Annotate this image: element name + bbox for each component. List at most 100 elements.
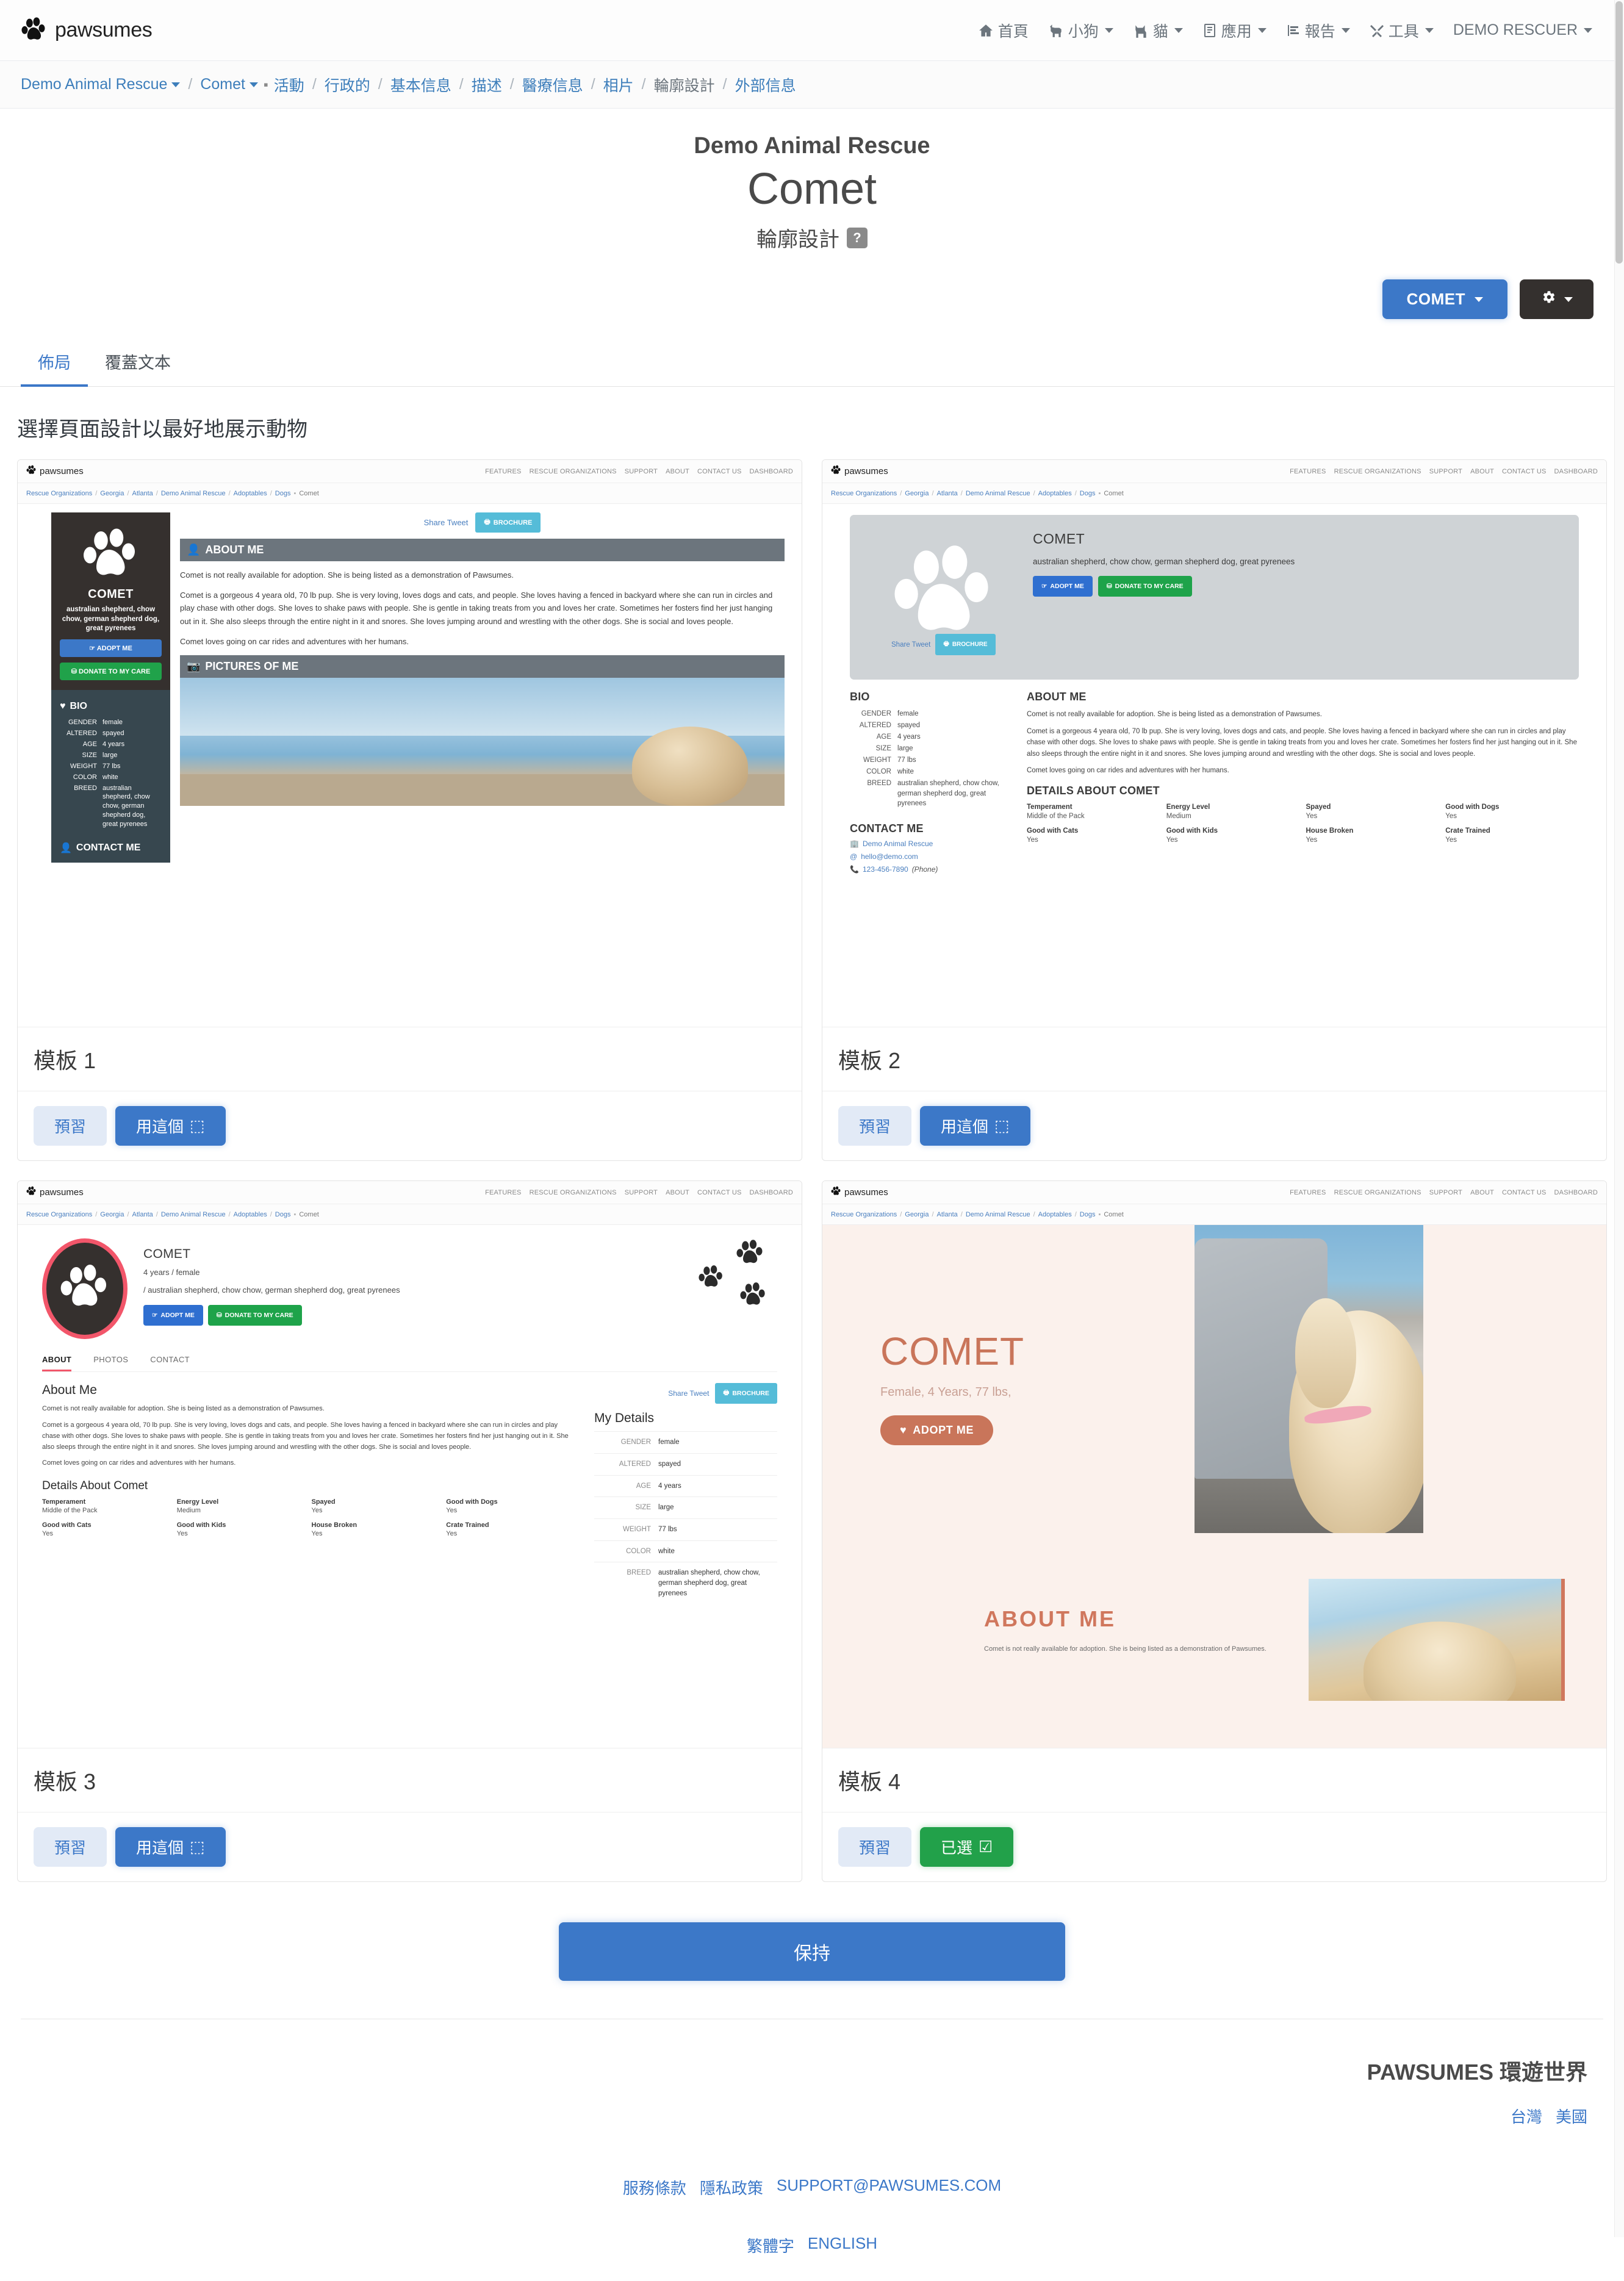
nav-item-dogs[interactable]: 小狗 (1048, 20, 1113, 41)
contact-org-row[interactable]: 🏢 Demo Animal Rescue (850, 839, 1008, 848)
tab-contact[interactable]: CONTACT (150, 1355, 190, 1371)
donate-button[interactable]: ⛁ DONATE TO MY CARE (1098, 576, 1192, 597)
page-scrollbar[interactable] (1614, 0, 1624, 2237)
footer-lang-english[interactable]: ENGLISH (808, 2234, 877, 2257)
mini-crumb-4[interactable]: Adoptables (1038, 1211, 1072, 1218)
share-tweet-link[interactable]: Share Tweet (668, 1389, 709, 1398)
save-button[interactable]: 保持 (559, 1922, 1065, 1981)
breadcrumb-animal[interactable]: Comet (200, 76, 258, 93)
mini-nav-support[interactable]: SUPPORT (1429, 1189, 1462, 1196)
mini-nav-dashboard[interactable]: DASHBOARD (750, 1189, 793, 1196)
mini-nav-contact-us[interactable]: CONTACT US (1502, 1189, 1547, 1196)
tab-overlay-text[interactable]: 覆蓋文本 (88, 341, 188, 387)
share-tweet-link[interactable]: Share Tweet (891, 641, 930, 648)
mini-nav-rescue-organizations[interactable]: RESCUE ORGANIZATIONS (530, 1189, 617, 1196)
nav-item-account[interactable]: DEMO RESCUER (1453, 21, 1592, 39)
mini-nav-features[interactable]: FEATURES (1290, 468, 1326, 475)
breadcrumb-org[interactable]: Demo Animal Rescue (21, 76, 181, 93)
footer-lang-traditional-chinese[interactable]: 繁體字 (747, 2234, 794, 2257)
share-tweet-link[interactable]: Share Tweet (424, 518, 469, 527)
selected-template-button-4[interactable]: 已選 ☑ (920, 1827, 1014, 1867)
breadcrumb-link-photos[interactable]: 相片 (603, 74, 634, 96)
footer-link-privacy[interactable]: 隱私政策 (700, 2176, 763, 2199)
adopt-me-button[interactable]: ☞ ADOPT ME (1033, 576, 1093, 597)
mini-nav-about[interactable]: ABOUT (1470, 1189, 1494, 1196)
mini-nav-dashboard[interactable]: DASHBOARD (1554, 1189, 1598, 1196)
preview-button-2[interactable]: 預習 (838, 1106, 912, 1146)
mini-nav-about[interactable]: ABOUT (666, 468, 689, 475)
preview-button-1[interactable]: 預習 (34, 1106, 107, 1146)
mini-nav-support[interactable]: SUPPORT (625, 468, 658, 475)
mini-nav-rescue-organizations[interactable]: RESCUE ORGANIZATIONS (530, 468, 617, 475)
mini-crumb-3[interactable]: Demo Animal Rescue (966, 490, 1030, 497)
mini-nav-features[interactable]: FEATURES (485, 1189, 521, 1196)
breadcrumb-link-administrative[interactable]: 行政的 (325, 74, 370, 96)
breadcrumb-link-activity[interactable]: 活動 (274, 74, 304, 96)
mini-nav-dashboard[interactable]: DASHBOARD (1554, 468, 1598, 475)
mini-crumb-0[interactable]: Rescue Organizations (831, 1211, 897, 1218)
mini-crumb-2[interactable]: Atlanta (937, 490, 958, 497)
mini-crumb-1[interactable]: Georgia (905, 1211, 929, 1218)
brochure-button[interactable]: 🖶 BROCHURE (935, 634, 996, 656)
mini-crumb-1[interactable]: Georgia (100, 490, 124, 497)
tab-about[interactable]: ABOUT (42, 1355, 72, 1372)
mini-crumb-5[interactable]: Dogs (1080, 490, 1096, 497)
mini-nav-features[interactable]: FEATURES (485, 468, 521, 475)
comet-dropdown-button[interactable]: COMET (1382, 279, 1507, 320)
scrollbar-thumb[interactable] (1615, 1, 1623, 264)
mini-crumb-5[interactable]: Dogs (275, 1211, 291, 1218)
nav-item-cats[interactable]: 貓 (1133, 20, 1183, 41)
template-preview-2[interactable]: pawsumes FEATURES RESCUE ORGANIZATIONS S… (822, 460, 1606, 1028)
breadcrumb-link-external-info[interactable]: 外部信息 (735, 74, 796, 96)
contact-email-row[interactable]: @ hello@demo.com (850, 852, 1008, 861)
footer-link-terms[interactable]: 服務條款 (623, 2176, 686, 2199)
mini-nav-rescue-organizations[interactable]: RESCUE ORGANIZATIONS (1334, 468, 1421, 475)
mini-crumb-3[interactable]: Demo Animal Rescue (161, 1211, 226, 1218)
donate-button[interactable]: ⛁ DONATE TO MY CARE (207, 1304, 302, 1326)
tab-layout[interactable]: 佈局 (21, 341, 88, 387)
nav-item-home[interactable]: 首頁 (978, 20, 1029, 41)
footer-country-taiwan[interactable]: 台灣 (1511, 2105, 1542, 2127)
donate-button[interactable]: ⛁ DONATE TO MY CARE (60, 662, 162, 680)
mini-crumb-0[interactable]: Rescue Organizations (26, 490, 92, 497)
use-template-button-3[interactable]: 用這個 ⬚ (115, 1827, 226, 1867)
breadcrumb-link-medical[interactable]: 醫療信息 (522, 74, 583, 96)
mini-crumb-5[interactable]: Dogs (275, 490, 291, 497)
mini-nav-contact-us[interactable]: CONTACT US (697, 1189, 742, 1196)
mini-crumb-2[interactable]: Atlanta (132, 490, 153, 497)
mini-crumb-2[interactable]: Atlanta (132, 1211, 153, 1218)
template-preview-3[interactable]: pawsumes FEATURES RESCUE ORGANIZATIONS S… (18, 1181, 802, 1749)
mini-crumb-1[interactable]: Georgia (100, 1211, 124, 1218)
template-preview-1[interactable]: pawsumes FEATURES RESCUE ORGANIZATIONS S… (18, 460, 802, 1028)
mini-nav-about[interactable]: ABOUT (1470, 468, 1494, 475)
nav-item-tools[interactable]: 工具 (1370, 20, 1434, 41)
mini-nav-rescue-organizations[interactable]: RESCUE ORGANIZATIONS (1334, 1189, 1421, 1196)
mini-nav-features[interactable]: FEATURES (1290, 1189, 1326, 1196)
preview-button-3[interactable]: 預習 (34, 1827, 107, 1867)
mini-crumb-3[interactable]: Demo Animal Rescue (161, 490, 226, 497)
brand-logo[interactable]: pawsumes (21, 16, 153, 45)
contact-phone-row[interactable]: 📞 123-456-7890 (Phone) (850, 865, 1008, 874)
use-template-button-2[interactable]: 用這個 ⬚ (920, 1106, 1030, 1146)
mini-crumb-4[interactable]: Adoptables (1038, 490, 1072, 497)
mini-crumb-3[interactable]: Demo Animal Rescue (966, 1211, 1030, 1218)
breadcrumb-link-basic-info[interactable]: 基本信息 (390, 74, 451, 96)
mini-crumb-0[interactable]: Rescue Organizations (831, 490, 897, 497)
nav-item-reports[interactable]: 報告 (1286, 20, 1350, 41)
breadcrumb-link-profile-design[interactable]: 輪廓設計 (654, 74, 715, 96)
nav-item-applications[interactable]: 應用 (1202, 20, 1267, 41)
mini-crumb-0[interactable]: Rescue Organizations (26, 1211, 92, 1218)
mini-nav-contact-us[interactable]: CONTACT US (1502, 468, 1547, 475)
adopt-me-button[interactable]: ☞ ADOPT ME (60, 639, 162, 657)
mini-nav-support[interactable]: SUPPORT (625, 1189, 658, 1196)
mini-nav-contact-us[interactable]: CONTACT US (697, 468, 742, 475)
mini-nav-dashboard[interactable]: DASHBOARD (750, 468, 793, 475)
brochure-button[interactable]: 🖶 BROCHURE (715, 1383, 777, 1404)
mini-crumb-4[interactable]: Adoptables (234, 1211, 267, 1218)
settings-dropdown-button[interactable] (1520, 279, 1593, 320)
template-preview-4[interactable]: pawsumes FEATURES RESCUE ORGANIZATIONS S… (822, 1181, 1606, 1749)
mini-crumb-4[interactable]: Adoptables (234, 490, 267, 497)
mini-nav-about[interactable]: ABOUT (666, 1189, 689, 1196)
adopt-me-button[interactable]: ♥ ADOPT ME (880, 1415, 994, 1446)
footer-link-support-email[interactable]: SUPPORT@PAWSUMES.COM (777, 2176, 1001, 2199)
